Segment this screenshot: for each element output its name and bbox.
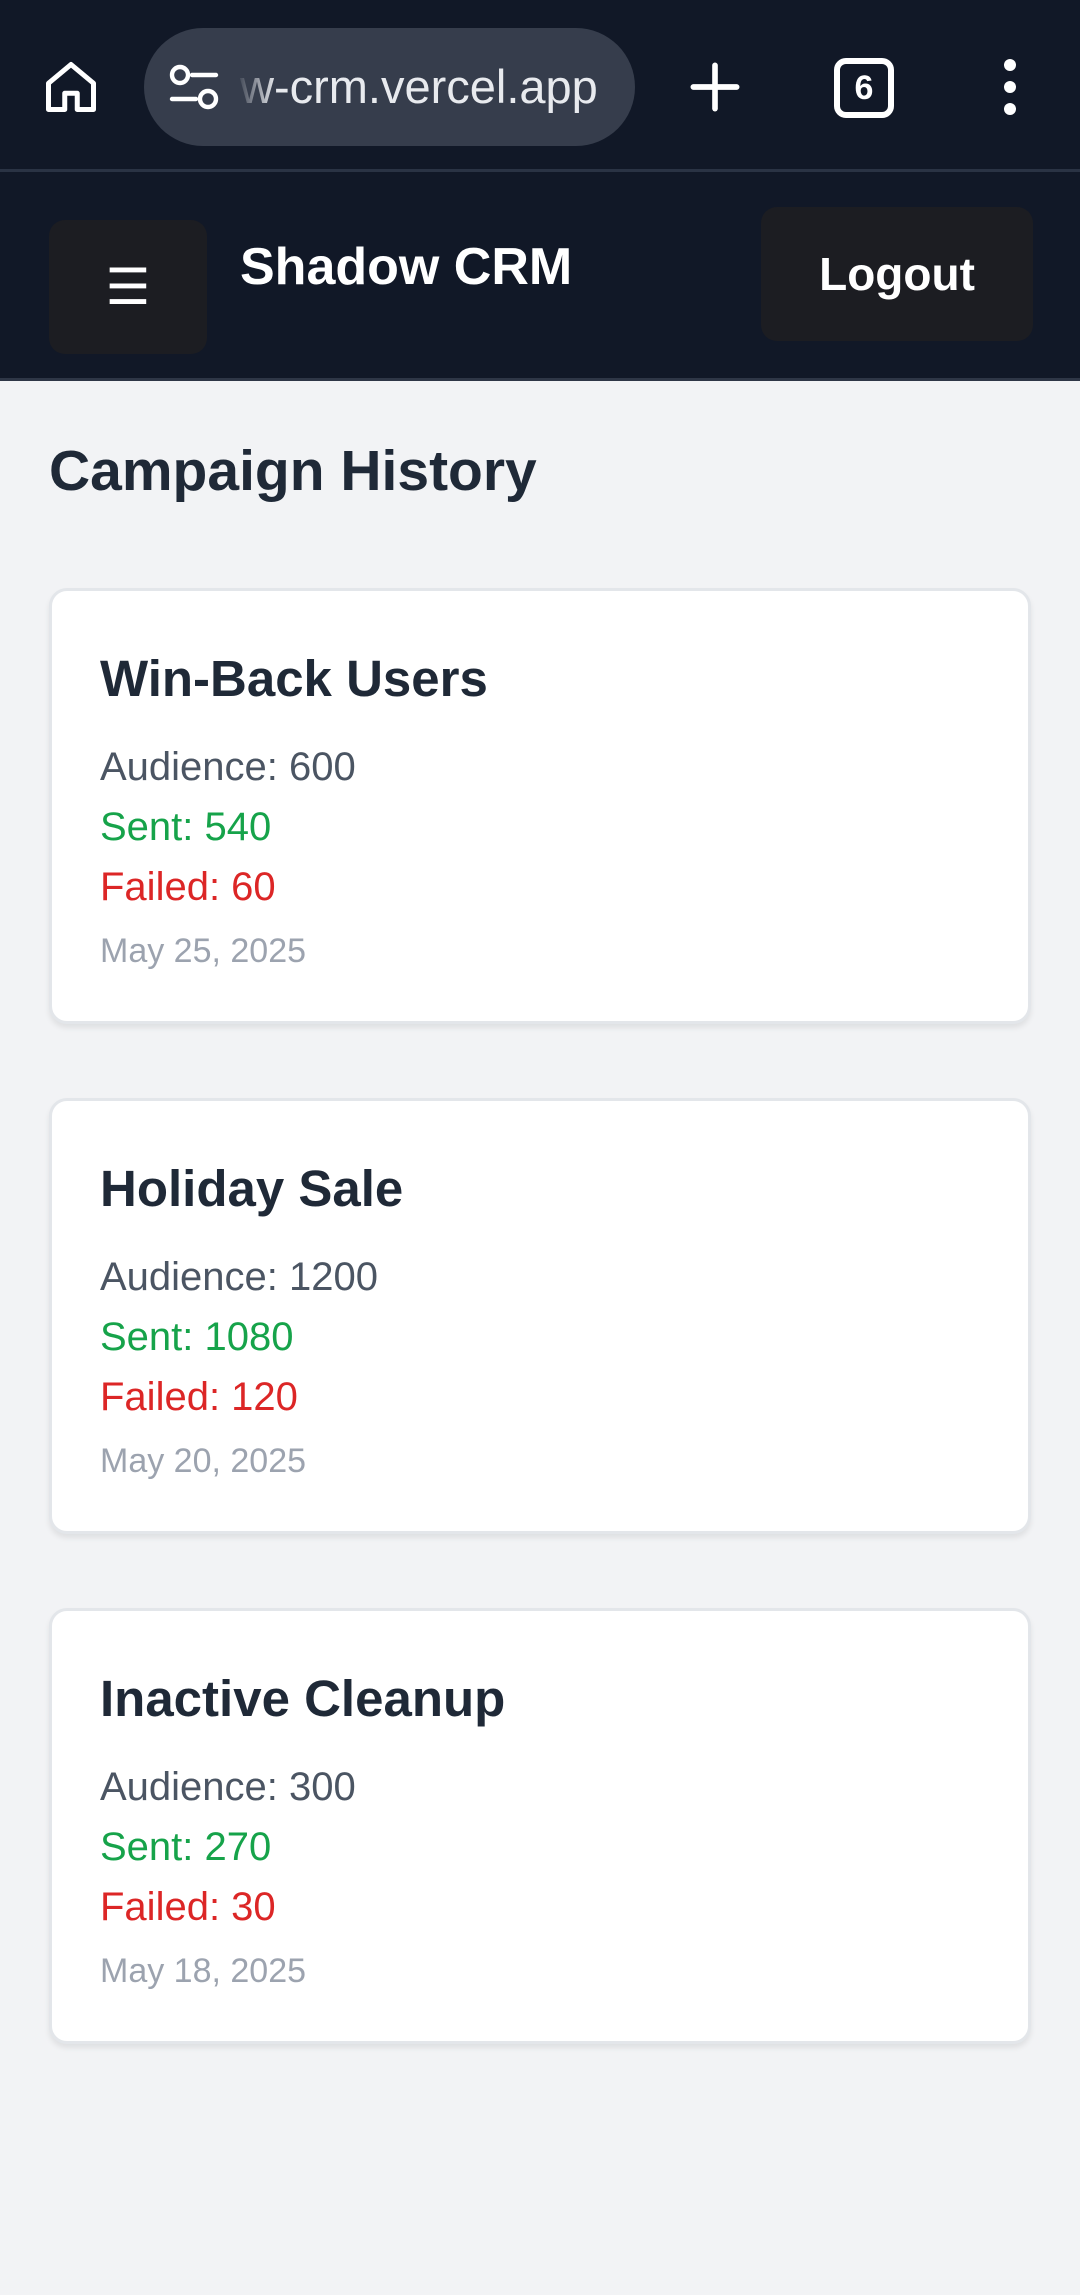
plus-icon [690,62,740,112]
site-settings-icon[interactable] [168,64,220,110]
browser-menu-button[interactable] [980,52,1040,122]
page-title: Campaign History [49,439,537,503]
campaign-date: May 20, 2025 [100,1442,307,1480]
app-header: ☰ Shadow CRM Logout [0,172,1080,381]
browser-toolbar: w-crm.vercel.app 6 [0,0,1080,172]
campaign-sent: Sent: 540 [100,805,272,849]
campaign-card: Holiday Sale Audience: 1200 Sent: 1080 F… [49,1098,1031,1534]
campaign-date: May 25, 2025 [100,932,307,970]
more-vert-icon-dot [1004,103,1016,115]
menu-icon: ☰ [105,259,151,315]
hamburger-menu-button[interactable]: ☰ [49,220,207,354]
campaign-name: Holiday Sale [100,1160,404,1217]
campaign-card: Inactive Cleanup Audience: 300 Sent: 270… [49,1608,1031,2044]
campaign-name: Inactive Cleanup [100,1670,506,1727]
home-icon [46,62,96,112]
campaign-name: Win-Back Users [100,650,488,707]
more-vert-icon-dot [1004,81,1016,93]
campaign-failed: Failed: 60 [100,865,276,909]
more-vert-icon-dot [1004,59,1016,71]
url-fade [236,28,276,146]
home-button[interactable] [36,52,106,122]
campaign-card: Win-Back Users Audience: 600 Sent: 540 F… [49,588,1031,1024]
address-bar[interactable]: w-crm.vercel.app [144,28,635,146]
logout-button[interactable]: Logout [761,207,1033,341]
new-tab-button[interactable] [680,52,750,122]
brand-title: Shadow CRM [240,238,573,296]
campaign-failed: Failed: 120 [100,1375,298,1419]
campaign-sent: Sent: 270 [100,1825,272,1869]
tab-count: 6 [854,68,874,107]
campaign-audience: Audience: 600 [100,745,356,789]
campaign-date: May 18, 2025 [100,1952,307,1990]
campaign-sent: Sent: 1080 [100,1315,294,1359]
campaign-audience: Audience: 300 [100,1765,356,1809]
campaign-failed: Failed: 30 [100,1885,276,1929]
campaign-audience: Audience: 1200 [100,1255,379,1299]
tab-switcher-button[interactable]: 6 [834,58,894,118]
url-text[interactable]: w-crm.vercel.app [240,28,624,146]
